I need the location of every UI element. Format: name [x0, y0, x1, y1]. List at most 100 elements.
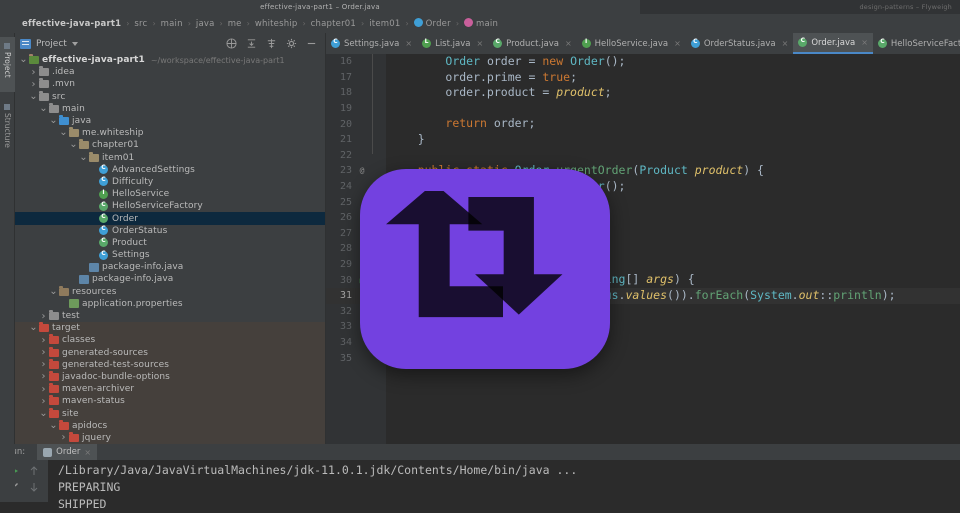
code-line-18[interactable]: order.product = product; [386, 85, 960, 101]
tree-node-orderstatus[interactable]: OrderStatus [15, 225, 325, 237]
gear-icon[interactable] [286, 38, 297, 49]
chevron-right-icon[interactable]: › [29, 79, 38, 90]
code-line-21[interactable]: } [386, 132, 960, 148]
tree-node-effective-java-part1[interactable]: ⌄ effective-java-part1 ~/workspace/effecti… [15, 54, 325, 66]
tree-node-helloservice[interactable]: HelloService [15, 188, 325, 200]
project-tree[interactable]: ⌄ effective-java-part1 ~/workspace/effecti… [15, 54, 325, 444]
scroll-up-icon[interactable] [29, 466, 39, 476]
code-line-20[interactable]: return order; [386, 116, 960, 132]
chevron-down-icon[interactable]: ⌄ [79, 152, 88, 162]
gutter-line-20[interactable]: 20 [326, 116, 386, 132]
editor-tab-order-java[interactable]: Order.java × [793, 33, 873, 54]
tree-node-main[interactable]: ⌄ main [15, 102, 325, 115]
breadcrumb-item-src[interactable]: src [134, 19, 147, 29]
chevron-right-icon[interactable]: › [39, 371, 48, 382]
chevron-right-icon[interactable]: › [39, 396, 48, 407]
chevron-right-icon[interactable]: › [59, 432, 68, 443]
gutter-line-17[interactable]: 17 [326, 70, 386, 86]
chevron-right-icon[interactable]: › [29, 67, 38, 78]
tree-node-application-properties[interactable]: application.properties [15, 298, 325, 310]
tool-strip-tab-structure[interactable]: Structure [0, 98, 15, 164]
gutter-line-18[interactable]: 18 [326, 85, 386, 101]
editor-tab-orderstatus-java[interactable]: OrderStatus.java × [686, 33, 793, 54]
tool-strip-tab-project[interactable]: Project [0, 37, 15, 92]
breadcrumb-item-java[interactable]: java [196, 19, 215, 29]
close-icon[interactable]: × [674, 39, 681, 48]
chevron-down-icon[interactable]: ⌄ [39, 103, 48, 113]
chevron-down-icon[interactable]: ⌄ [69, 140, 78, 150]
breadcrumb-item-chapter01[interactable]: chapter01 [311, 19, 356, 29]
tree-node-generated-sources[interactable]: › generated-sources [15, 346, 325, 359]
chevron-right-icon[interactable]: › [39, 347, 48, 358]
tree-node--mvn[interactable]: › .mvn [15, 78, 325, 90]
chevron-down-icon[interactable]: ⌄ [49, 116, 58, 126]
tree-node-javadoc-bundle-options[interactable]: › javadoc-bundle-options [15, 370, 325, 384]
expand-all-icon[interactable] [246, 38, 257, 49]
tree-node-settings[interactable]: Settings [15, 249, 325, 261]
chevron-right-icon[interactable]: › [39, 335, 48, 346]
tree-node-src[interactable]: ⌄ src [15, 90, 325, 103]
annotation-marker-icon[interactable]: @ [356, 166, 368, 175]
tree-node--idea[interactable]: › .idea [15, 66, 325, 78]
sort-icon[interactable] [266, 38, 277, 49]
breadcrumb-item-whiteship[interactable]: whiteship [255, 19, 298, 29]
secondary-window-title[interactable]: design-patterns – Flyweigh [640, 0, 960, 14]
breadcrumb-item-order[interactable]: Order [413, 18, 451, 29]
close-icon[interactable]: × [565, 39, 572, 48]
code-line-22[interactable] [386, 148, 960, 164]
tree-node-maven-status[interactable]: › maven-status [15, 395, 325, 408]
close-icon[interactable]: × [782, 39, 789, 48]
collapse-all-icon[interactable] [226, 38, 237, 49]
breadcrumb-item-me[interactable]: me [228, 19, 242, 29]
tree-node-advancedsettings[interactable]: AdvancedSettings [15, 164, 325, 176]
gutter-line-22[interactable]: 22 [326, 148, 386, 164]
tree-node-product[interactable]: Product [15, 237, 325, 249]
chevron-down-icon[interactable]: ⌄ [29, 323, 38, 333]
breadcrumb-item-item01[interactable]: item01 [369, 19, 400, 29]
close-icon[interactable]: × [405, 39, 412, 48]
editor-tab-helloservicefactory-java[interactable]: HelloServiceFactory.java× [873, 33, 960, 54]
swap-arrows-overlay[interactable] [360, 169, 610, 369]
chevron-right-icon[interactable]: › [39, 359, 48, 370]
tree-node-difficulty[interactable]: Difficulty [15, 176, 325, 188]
run-tab-order[interactable]: Order × [37, 444, 98, 460]
tree-node-package-info-java[interactable]: package-info.java [15, 273, 325, 285]
breadcrumb-item-main[interactable]: main [464, 18, 498, 29]
breadcrumb-item-effective-java-part1[interactable]: effective-java-part1 [22, 19, 121, 29]
editor-tab-bar[interactable]: Settings.java×List.java×Product.java×Hel… [326, 33, 960, 54]
chevron-down-icon[interactable]: ⌄ [49, 286, 58, 296]
chevron-down-icon[interactable] [71, 41, 78, 46]
chevron-down-icon[interactable]: ⌄ [29, 91, 38, 101]
tree-node-generated-test-sources[interactable]: › generated-test-sources [15, 358, 325, 371]
editor-tab-helloservice-java[interactable]: HelloService.java × [577, 33, 686, 54]
gutter-line-16[interactable]: 16 [326, 54, 386, 70]
tree-node-package-info-java[interactable]: package-info.java [15, 261, 325, 273]
minimize-icon[interactable] [306, 38, 317, 49]
tree-node-resources[interactable]: ⌄ resources [15, 285, 325, 298]
chevron-down-icon[interactable]: ⌄ [39, 408, 48, 418]
tree-node-chapter01[interactable]: ⌄ chapter01 [15, 139, 325, 151]
chevron-down-icon[interactable]: ⌄ [59, 128, 68, 138]
editor-tab-product-java[interactable]: Product.java × [488, 33, 577, 54]
chevron-right-icon[interactable]: › [39, 384, 48, 395]
tree-node-helloservicefactory[interactable]: HelloServiceFactory [15, 200, 325, 212]
breadcrumb-item-main[interactable]: main [161, 19, 183, 29]
gutter-line-23[interactable]: 23 @ [326, 163, 386, 179]
scroll-down-icon[interactable] [29, 482, 39, 492]
code-line-19[interactable] [386, 101, 960, 117]
gutter-line-19[interactable]: 19 [326, 101, 386, 117]
chevron-down-icon[interactable]: ⌄ [49, 420, 58, 430]
chevron-down-icon[interactable]: ⌄ [19, 55, 28, 65]
tree-node-order[interactable]: Order [15, 212, 325, 225]
close-icon[interactable]: × [84, 448, 91, 457]
tree-node-me-whiteship[interactable]: ⌄ me.whiteship [15, 127, 325, 139]
tree-node-site[interactable]: ⌄ site [15, 407, 325, 420]
tree-node-test[interactable]: › test [15, 310, 325, 322]
code-line-16[interactable]: Order order = new Order(); [386, 54, 960, 70]
run-console-output[interactable]: /Library/Java/JavaVirtualMachines/jdk-11… [48, 460, 960, 511]
tree-node-maven-archiver[interactable]: › maven-archiver [15, 383, 325, 396]
tree-node-jquery[interactable]: › jquery [15, 431, 325, 444]
code-line-17[interactable]: order.prime = true; [386, 70, 960, 86]
gutter-line-21[interactable]: 21 [326, 132, 386, 148]
editor-tab-settings-java[interactable]: Settings.java × [326, 33, 417, 54]
